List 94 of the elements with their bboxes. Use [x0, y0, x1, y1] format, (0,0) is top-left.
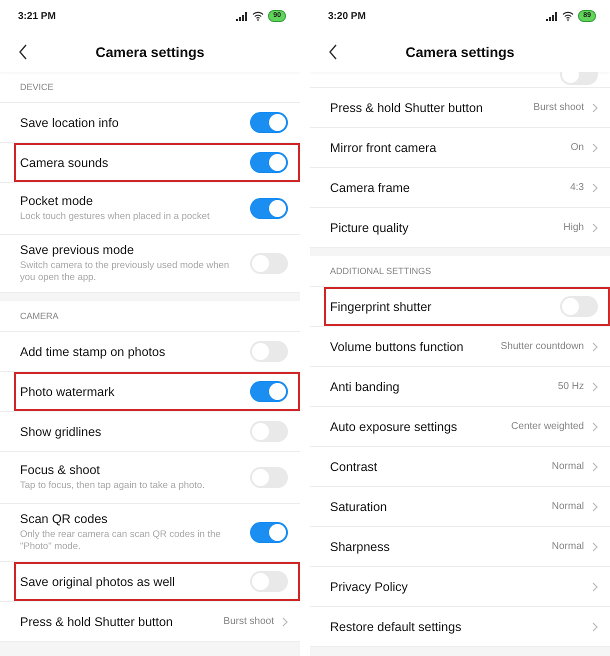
- setting-description: Only the rear camera can scan QR codes in the "Photo" mode.: [20, 529, 222, 553]
- chevron-icon: [592, 422, 598, 432]
- setting-value: Normal: [552, 461, 584, 472]
- screen-title: Camera settings: [406, 44, 514, 60]
- setting-row[interactable]: Sharpness Normal: [310, 527, 610, 567]
- setting-row[interactable]: Volume buttons function Shutter countdown: [310, 327, 610, 367]
- setting-row[interactable]: Privacy Policy: [310, 567, 610, 607]
- setting-row[interactable]: Picture quality High: [310, 208, 610, 248]
- setting-label: Volume buttons function: [330, 340, 464, 354]
- setting-row[interactable]: Save previous mode Switch camera to the previously used mode when you open the app.: [0, 235, 300, 293]
- setting-label: Pocket mode: [20, 194, 94, 208]
- chevron-icon: [592, 142, 598, 152]
- setting-value: 50 Hz: [558, 381, 584, 392]
- setting-row[interactable]: Press & hold Shutter button Burst shoot: [310, 88, 610, 128]
- setting-value: 4:3: [570, 182, 584, 193]
- back-button[interactable]: [328, 44, 338, 60]
- back-button[interactable]: [18, 44, 28, 60]
- setting-row[interactable]: Fingerprint shutter: [310, 287, 610, 327]
- chevron-icon: [592, 462, 598, 472]
- setting-label: Restore default settings: [330, 620, 462, 634]
- chevron-icon: [592, 222, 598, 232]
- setting-row[interactable]: Press & hold Shutter button Burst shoot: [0, 602, 300, 642]
- setting-value: Burst shoot: [223, 616, 274, 627]
- chevron-icon: [592, 342, 598, 352]
- setting-value: Normal: [552, 501, 584, 512]
- signal-icon: [236, 12, 248, 20]
- setting-row[interactable]: Saturation Normal: [310, 487, 610, 527]
- setting-label: Privacy Policy: [330, 580, 409, 594]
- setting-label: Camera sounds: [20, 156, 110, 170]
- setting-label: Save original photos as well: [20, 574, 176, 588]
- screen-title: Camera settings: [96, 44, 204, 60]
- section-header: CAMERA: [0, 301, 300, 332]
- setting-label: Mirror front camera: [330, 140, 438, 154]
- setting-row[interactable]: Mirror front camera On: [310, 128, 610, 168]
- setting-row[interactable]: Restore default settings: [310, 607, 610, 647]
- signal-icon: [546, 12, 558, 20]
- setting-row[interactable]: Camera frame 4:3: [310, 168, 610, 208]
- chevron-icon: [592, 102, 598, 112]
- section-header: ADDITIONAL SETTINGS: [310, 256, 610, 287]
- chevron-icon: [592, 502, 598, 512]
- setting-label: Saturation: [330, 500, 388, 514]
- section-header: DEVICE: [0, 72, 300, 103]
- toggle-switch[interactable]: [250, 152, 288, 173]
- status-time: 3:20 PM: [328, 10, 366, 22]
- setting-description: Switch camera to the previously used mode when you open the app.: [20, 260, 230, 284]
- chevron-icon: [592, 582, 598, 592]
- setting-row[interactable]: Auto exposure settings Center weighted: [310, 407, 610, 447]
- setting-label: Focus & shoot: [20, 463, 101, 477]
- setting-row[interactable]: Contrast Normal: [310, 447, 610, 487]
- setting-label: Save previous mode: [20, 243, 135, 257]
- toggle-switch[interactable]: [250, 381, 288, 402]
- chevron-icon: [592, 382, 598, 392]
- setting-row[interactable]: Photo watermark: [0, 372, 300, 412]
- setting-label: Photo watermark: [20, 384, 116, 398]
- setting-label: Press & hold Shutter button: [330, 100, 484, 114]
- toggle-switch[interactable]: [250, 198, 288, 219]
- setting-description: Tap to focus, then tap again to take a photo.: [20, 480, 206, 492]
- setting-description: Lock touch gestures when placed in a pocket: [20, 211, 211, 223]
- setting-row[interactable]: Add time stamp on photos: [0, 332, 300, 372]
- setting-label: Add time stamp on photos: [20, 344, 166, 358]
- setting-row[interactable]: Save original photos as well: [0, 562, 300, 602]
- setting-label: Contrast: [330, 460, 378, 474]
- setting-label: Auto exposure settings: [330, 420, 458, 434]
- setting-value: Normal: [552, 541, 584, 552]
- setting-value: Shutter countdown: [500, 341, 584, 352]
- setting-label: Anti banding: [330, 380, 401, 394]
- setting-row[interactable]: Focus & shoot Tap to focus, then tap again to take a photo.: [0, 452, 300, 504]
- setting-label: Picture quality: [330, 220, 410, 234]
- chevron-icon: [592, 182, 598, 192]
- status-time: 3:21 PM: [18, 10, 56, 22]
- setting-label: Sharpness: [330, 540, 391, 554]
- setting-label: Scan QR codes: [20, 512, 109, 526]
- setting-row[interactable]: Camera sounds: [0, 143, 300, 183]
- setting-row[interactable]: Anti banding 50 Hz: [310, 367, 610, 407]
- chevron-icon: [282, 616, 288, 626]
- toggle-switch[interactable]: [250, 522, 288, 543]
- setting-label: Save location info: [20, 116, 120, 130]
- setting-value: On: [570, 142, 584, 153]
- setting-label: Camera frame: [330, 180, 411, 194]
- wifi-icon: [252, 11, 264, 21]
- setting-label: Show gridlines: [20, 424, 102, 438]
- wifi-icon: [562, 11, 574, 21]
- setting-value: High: [563, 222, 584, 233]
- setting-label: Press & hold Shutter button: [20, 614, 174, 628]
- setting-row[interactable]: Show gridlines: [0, 412, 300, 452]
- setting-row[interactable]: Save location info: [0, 103, 300, 143]
- setting-value: Burst shoot: [533, 102, 584, 113]
- chevron-icon: [592, 622, 598, 632]
- setting-row[interactable]: Pocket mode Lock touch gestures when placed in a pocket: [0, 183, 300, 235]
- setting-label: Fingerprint shutter: [330, 300, 432, 314]
- setting-row[interactable]: Scan QR codes Only the rear camera can scan QR codes in the "Photo" mode.: [0, 504, 300, 562]
- toggle-switch[interactable]: [250, 112, 288, 133]
- chevron-icon: [592, 542, 598, 552]
- setting-value: Center weighted: [511, 421, 584, 432]
